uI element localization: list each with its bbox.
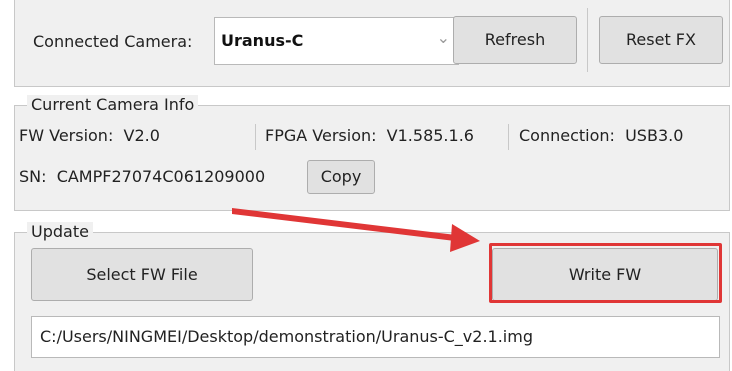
select-fw-file-button[interactable]: Select FW File (31, 248, 253, 301)
toolbar-divider (587, 8, 588, 72)
connected-camera-panel: Connected Camera: Uranus-C ⌄ Refresh Res… (14, 0, 730, 87)
info-divider (255, 124, 256, 150)
camera-info-group: Current Camera Info FW Version: V2.0 FPG… (14, 95, 730, 211)
reset-fx-button[interactable]: Reset FX (599, 16, 723, 64)
copy-sn-button[interactable]: Copy (307, 160, 375, 194)
update-group: Update Select FW File Write FW C:/Users/… (14, 222, 730, 371)
camera-info-title: Current Camera Info (27, 95, 199, 114)
connected-camera-label: Connected Camera: (33, 32, 193, 51)
update-title: Update (27, 222, 93, 241)
camera-select-value: Uranus-C (221, 31, 304, 50)
write-fw-button[interactable]: Write FW (492, 248, 718, 301)
firmware-path-field[interactable]: C:/Users/NINGMEI/Desktop/demonstration/U… (31, 316, 720, 358)
camera-select[interactable]: Uranus-C ⌄ (214, 17, 459, 65)
camera-firmware-window: Connected Camera: Uranus-C ⌄ Refresh Res… (0, 0, 732, 371)
serial-number-text: SN: CAMPF27074C061209000 (19, 167, 266, 186)
info-divider (508, 124, 509, 150)
fw-version-text: FW Version: V2.0 (19, 126, 160, 145)
fpga-version-text: FPGA Version: V1.585.1.6 (265, 126, 474, 145)
chevron-down-icon[interactable]: ⌄ (437, 28, 450, 47)
refresh-button[interactable]: Refresh (453, 16, 577, 64)
connection-text: Connection: USB3.0 (519, 126, 684, 145)
